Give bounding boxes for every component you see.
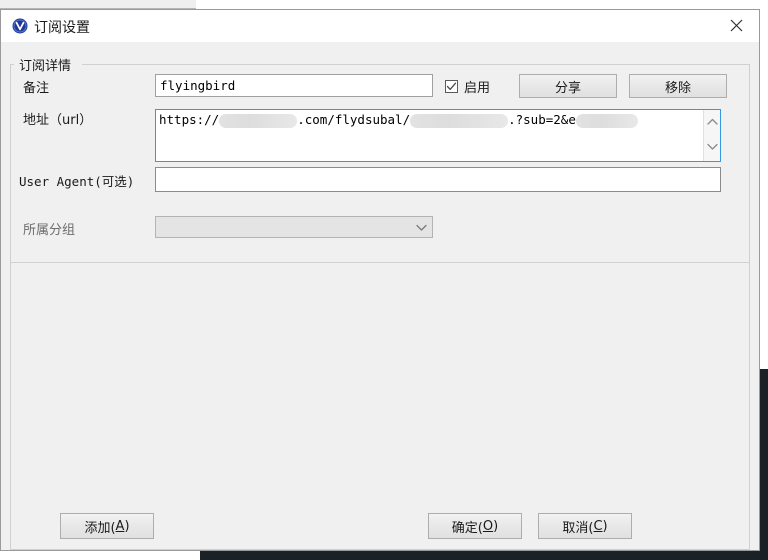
add-button[interactable]: 添加(A): [60, 513, 154, 539]
groupbox-title: 订阅详情: [15, 55, 76, 74]
groupbox-border-right: [749, 64, 750, 263]
groupbox-border-top-left: [10, 64, 14, 65]
url-redacted-token: [410, 113, 509, 128]
ok-button[interactable]: 确定(O): [428, 513, 522, 539]
close-button[interactable]: [713, 10, 759, 41]
url-segment-query: .?sub=2&e: [508, 112, 576, 127]
subscription-settings-dialog: 订阅设置 订阅详情 备注 flyingbird 启用 分享 移除 地址（url）…: [0, 9, 760, 551]
window-title: 订阅设置: [34, 20, 90, 36]
app-v-icon: [12, 18, 28, 34]
enable-checkbox-label: 启用: [464, 81, 491, 96]
screen: 订阅设置 订阅详情 备注 flyingbird 启用 分享 移除 地址（url）…: [0, 0, 768, 560]
url-redacted-host: [219, 113, 298, 128]
remark-input[interactable]: flyingbird: [155, 74, 433, 97]
cancel-button[interactable]: 取消(C): [538, 513, 632, 539]
cancel-button-text: 取消(: [562, 520, 594, 536]
url-scrollbar[interactable]: [703, 110, 720, 161]
add-button-text: 添加(: [84, 520, 116, 536]
remark-label: 备注: [23, 81, 50, 96]
user-agent-label: User Agent(可选): [19, 174, 135, 189]
check-icon: [446, 82, 457, 91]
user-agent-input[interactable]: [155, 167, 721, 192]
background-dark-strip-bottom: [200, 551, 768, 560]
group-select-label: 所属分组: [23, 223, 76, 238]
ok-button-text: 确定(: [451, 520, 483, 536]
url-textarea[interactable]: https:// .com/flydsubal/ .?sub=2&e: [155, 109, 721, 162]
chevron-down-icon[interactable]: [410, 217, 432, 237]
groupbox-border-left: [10, 64, 11, 263]
enable-checkbox[interactable]: 启用: [445, 77, 490, 96]
cancel-button-suffix: ): [602, 518, 608, 534]
url-redacted-query-value: [575, 113, 638, 128]
enable-checkbox-box[interactable]: [445, 80, 458, 93]
background-window-behind-left: [0, 0, 196, 9]
add-button-suffix: ): [124, 518, 130, 534]
scroll-down-icon[interactable]: [704, 138, 720, 155]
groupbox-border-top-right: [82, 64, 750, 65]
cancel-button-mnemonic: C: [593, 518, 603, 534]
scroll-up-icon[interactable]: [704, 113, 720, 130]
url-segment-scheme: https://: [159, 112, 220, 127]
url-label: 地址（url）: [23, 113, 93, 128]
remove-button[interactable]: 移除: [629, 74, 727, 98]
share-button[interactable]: 分享: [519, 74, 617, 98]
titlebar: 订阅设置: [1, 10, 759, 42]
ok-button-mnemonic: O: [482, 518, 494, 534]
lower-content-panel: [10, 263, 750, 550]
close-icon: [730, 19, 742, 32]
url-segment-path: .com/flydsubal/: [297, 112, 411, 127]
group-select-combobox[interactable]: [155, 216, 433, 238]
url-text-content: https:// .com/flydsubal/ .?sub=2&e: [159, 112, 638, 128]
background-top-right: [760, 0, 768, 10]
add-button-mnemonic: A: [115, 518, 125, 534]
background-dark-strip-right: [760, 369, 768, 560]
ok-button-suffix: ): [493, 518, 499, 534]
